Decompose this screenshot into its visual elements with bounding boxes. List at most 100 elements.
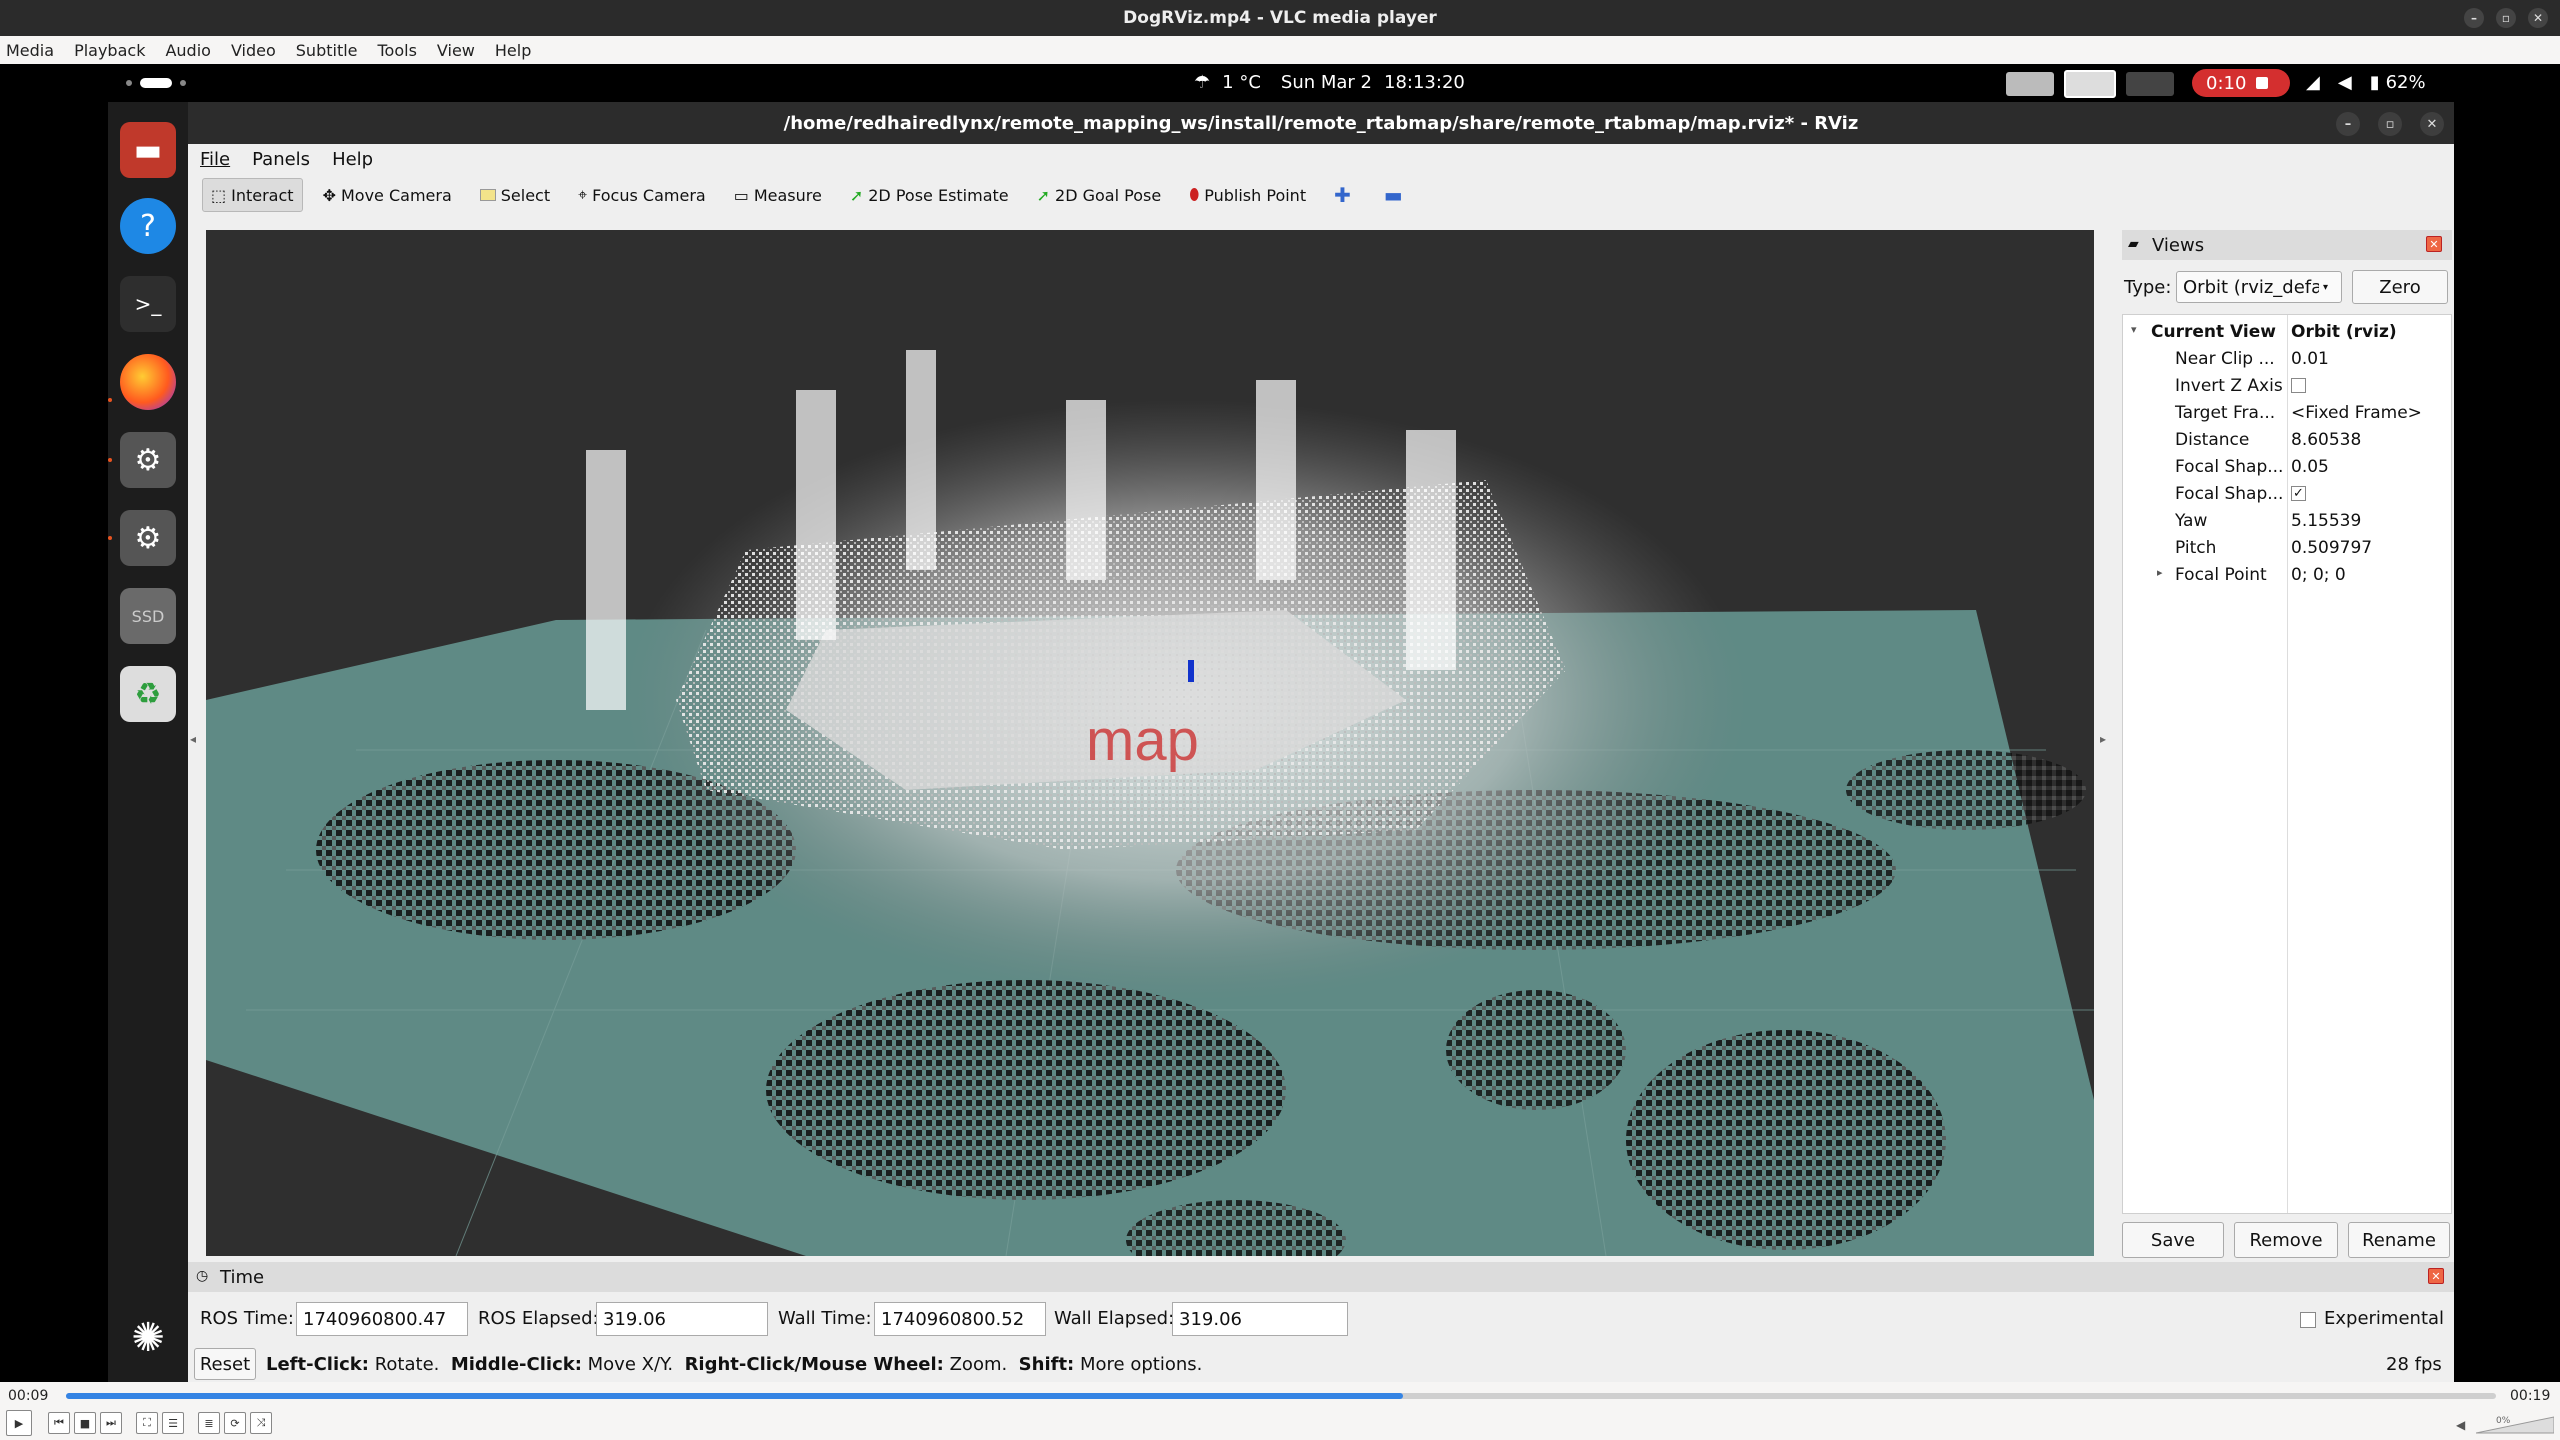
app-grid-icon[interactable]: ✺ xyxy=(120,1310,176,1366)
window-thumbnail-3[interactable] xyxy=(2126,72,2174,96)
menu-panels[interactable]: Panels xyxy=(252,149,310,170)
close-icon[interactable]: ✕ xyxy=(2528,8,2548,28)
tool-publish-point[interactable]: ⬮ Publish Point xyxy=(1181,178,1314,212)
view-type-dropdown[interactable]: Orbit (rviz_defau ▾ xyxy=(2176,271,2342,303)
menu-help[interactable]: Help xyxy=(332,149,373,170)
ssd-drive-icon[interactable]: SSD xyxy=(120,588,176,644)
terminal-icon[interactable]: >_ xyxy=(120,276,176,332)
experimental-checkbox[interactable] xyxy=(2300,1312,2316,1328)
extended-settings-button[interactable]: ☰ xyxy=(162,1412,184,1434)
property-value[interactable]: <Fixed Frame> xyxy=(2291,403,2422,423)
focal-shape-checkbox[interactable]: ✓ xyxy=(2291,486,2306,501)
window-thumbnail-2[interactable] xyxy=(2064,70,2116,98)
remove-tool-button[interactable]: ▬ xyxy=(1376,178,1416,212)
property-value[interactable]: 0; 0; 0 xyxy=(2291,565,2346,585)
minimize-icon[interactable]: – xyxy=(2336,112,2360,136)
property-value[interactable]: 0.509797 xyxy=(2291,538,2372,558)
ros-time-field[interactable]: 1740960800.47 xyxy=(296,1302,468,1336)
tool-focus-camera[interactable]: ⌖ Focus Camera xyxy=(570,178,714,212)
settings-icon[interactable]: ⚙ xyxy=(120,432,176,488)
close-icon[interactable]: ✕ xyxy=(2420,112,2444,136)
screen-recording-indicator[interactable]: 0:10 xyxy=(2192,69,2290,97)
close-panel-icon[interactable]: ✕ xyxy=(2428,1268,2444,1284)
maximize-icon[interactable]: ▫ xyxy=(2496,8,2516,28)
tool-2d-pose-estimate[interactable]: ➚ 2D Pose Estimate xyxy=(842,178,1017,212)
menu-tools[interactable]: Tools xyxy=(378,41,417,60)
maximize-icon[interactable]: ▫ xyxy=(2378,112,2402,136)
property-row[interactable]: Pitch 0.509797 xyxy=(2123,535,2451,562)
volume-slider[interactable]: 0% xyxy=(2475,1416,2555,1434)
tool-select[interactable]: Select xyxy=(472,178,558,212)
add-tool-button[interactable]: ✚ xyxy=(1326,178,1364,212)
property-value[interactable]: 8.60538 xyxy=(2291,430,2361,450)
minimize-icon[interactable]: – xyxy=(2464,8,2484,28)
reset-button[interactable]: Reset xyxy=(194,1348,256,1380)
menu-help[interactable]: Help xyxy=(495,41,531,60)
ros-elapsed-field[interactable]: 319.06 xyxy=(596,1302,768,1336)
ubuntu-dock: ▬ ? >_ ⚙ ⚙ SSD ♻ ✺ xyxy=(108,102,188,1382)
workspace-indicator-active[interactable] xyxy=(140,78,172,88)
equalizer-icon: ☰ xyxy=(168,1416,178,1430)
window-thumbnail-1[interactable] xyxy=(2006,72,2054,96)
menu-audio[interactable]: Audio xyxy=(165,41,210,60)
zero-button[interactable]: Zero xyxy=(2352,270,2448,304)
stop-icon: ■ xyxy=(79,1416,91,1430)
volume-icon[interactable]: ◀ xyxy=(2456,1418,2465,1432)
system-tray[interactable]: ◢ ◀ ▮ 62% xyxy=(2306,72,2426,93)
expand-arrow-icon[interactable]: ▸ xyxy=(2157,566,2163,579)
save-view-button[interactable]: Save xyxy=(2122,1222,2224,1258)
view-type-row: Type: Orbit (rviz_defau ▾ Zero xyxy=(2122,270,2452,304)
property-row[interactable]: Distance 8.60538 xyxy=(2123,427,2451,454)
property-value[interactable]: 5.15539 xyxy=(2291,511,2361,531)
map-frame-label: map xyxy=(1086,708,1199,773)
firefox-icon[interactable] xyxy=(120,354,176,410)
property-row[interactable]: Near Clip ... 0.01 xyxy=(2123,346,2451,373)
tool-measure[interactable]: ▭ Measure xyxy=(726,178,830,212)
wall-elapsed-field[interactable]: 319.06 xyxy=(1172,1302,1348,1336)
property-value[interactable]: 0.01 xyxy=(2291,349,2329,369)
close-panel-icon[interactable]: ✕ xyxy=(2426,236,2442,252)
menu-video[interactable]: Video xyxy=(231,41,276,60)
tool-interact[interactable]: ⬚ Interact xyxy=(202,178,303,212)
expand-arrow-icon[interactable]: ▾ xyxy=(2131,323,2137,336)
previous-button[interactable]: ⏮ xyxy=(48,1412,70,1434)
settings-icon-2[interactable]: ⚙ xyxy=(120,510,176,566)
seek-bar[interactable] xyxy=(66,1393,2496,1399)
loop-button[interactable]: ⟳ xyxy=(224,1412,246,1434)
menu-playback[interactable]: Playback xyxy=(74,41,145,60)
files-icon[interactable]: ▬ xyxy=(120,122,176,178)
trash-icon[interactable]: ♻ xyxy=(120,666,176,722)
rename-view-button[interactable]: Rename xyxy=(2348,1222,2450,1258)
menu-media[interactable]: Media xyxy=(6,41,54,60)
menu-view[interactable]: View xyxy=(437,41,475,60)
property-row[interactable]: Invert Z Axis xyxy=(2123,373,2451,400)
left-collapse-arrow-icon[interactable]: ◂ xyxy=(190,732,200,752)
workspace-dot xyxy=(126,80,132,86)
remove-view-button[interactable]: Remove xyxy=(2234,1222,2338,1258)
clock-area[interactable]: ☂ 1 °C Sun Mar 2 18:13:20 xyxy=(1194,72,1465,93)
menu-subtitle[interactable]: Subtitle xyxy=(296,41,358,60)
property-value[interactable]: 0.05 xyxy=(2291,457,2329,477)
stop-button[interactable]: ■ xyxy=(74,1412,96,1434)
type-label: Type: xyxy=(2124,276,2172,298)
shuffle-button[interactable]: ⤨ xyxy=(250,1412,272,1434)
right-collapse-arrow-icon[interactable]: ▸ xyxy=(2100,732,2110,752)
playlist-button[interactable]: ≣ xyxy=(198,1412,220,1434)
property-row[interactable]: Focal Shap... 0.05 xyxy=(2123,454,2451,481)
property-row[interactable]: Target Fra... <Fixed Frame> xyxy=(2123,400,2451,427)
next-button[interactable]: ⏭ xyxy=(100,1412,122,1434)
property-row[interactable]: Yaw 5.15539 xyxy=(2123,508,2451,535)
invert-z-checkbox[interactable] xyxy=(2291,378,2306,393)
3d-render-viewport[interactable]: map xyxy=(206,230,2094,1256)
tool-2d-goal-pose[interactable]: ➚ 2D Goal Pose xyxy=(1029,178,1170,212)
property-row[interactable]: ▸ Focal Point 0; 0; 0 xyxy=(2123,562,2451,589)
menu-file[interactable]: File xyxy=(200,149,230,170)
play-button[interactable]: ▶ xyxy=(6,1410,32,1436)
property-row[interactable]: Focal Shap... ✓ xyxy=(2123,481,2451,508)
time-title: Time xyxy=(220,1266,265,1288)
help-icon[interactable]: ? xyxy=(120,198,176,254)
current-view-row[interactable]: ▾ Current View Orbit (rviz) xyxy=(2123,319,2451,346)
wall-time-field[interactable]: 1740960800.52 xyxy=(874,1302,1046,1336)
fullscreen-button[interactable]: ⛶ xyxy=(136,1412,158,1434)
tool-move-camera[interactable]: ✥ Move Camera xyxy=(315,178,460,212)
